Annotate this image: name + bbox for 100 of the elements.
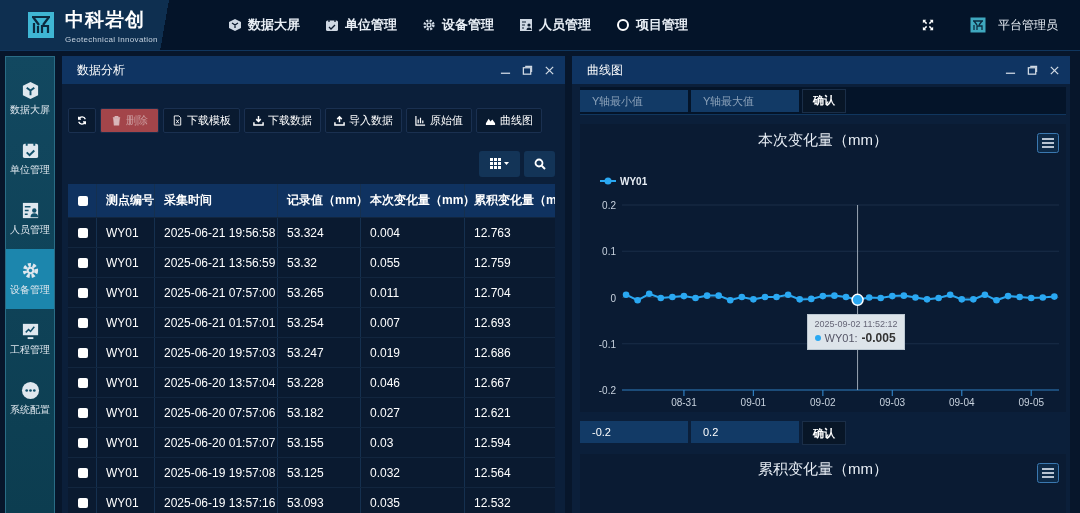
data-point[interactable] — [738, 293, 746, 301]
row-checkbox[interactable] — [78, 317, 88, 328]
columns-button[interactable] — [479, 151, 520, 177]
sidebar-item[interactable]: 系统配置 — [6, 369, 54, 429]
data-point[interactable] — [877, 294, 885, 302]
data-point[interactable] — [1051, 293, 1058, 300]
toolbar-button[interactable]: 下载数据 — [244, 108, 321, 133]
data-point[interactable] — [1004, 292, 1012, 300]
y-tick-label: 0 — [610, 292, 616, 304]
data-point[interactable] — [784, 291, 792, 298]
nav-link[interactable]: 项目管理 — [616, 16, 688, 34]
y-max-field[interactable]: Y轴最大值 — [691, 89, 799, 112]
table-cell: 2025-06-19 13:57:16 — [164, 495, 276, 510]
avatar-icon[interactable] — [970, 17, 986, 33]
row-checkbox[interactable] — [78, 227, 88, 238]
data-point[interactable] — [993, 297, 1000, 304]
row-checkbox[interactable] — [78, 437, 88, 448]
sidebar-item[interactable]: 工程管理 — [6, 309, 54, 369]
data-point[interactable] — [831, 292, 838, 299]
data-point[interactable] — [981, 291, 989, 298]
toolbar-button[interactable]: 原始值 — [406, 108, 472, 133]
table-cell: 2025-06-20 19:57:03 — [164, 345, 276, 360]
data-point[interactable] — [622, 291, 630, 298]
select-all-checkbox[interactable] — [78, 195, 88, 206]
data-point[interactable] — [761, 293, 769, 301]
circle-icon — [616, 18, 630, 32]
refresh-button[interactable] — [68, 108, 96, 133]
data-point[interactable] — [946, 291, 954, 298]
table-cell: 12.667 — [474, 375, 511, 390]
legend-item[interactable]: WY01 — [599, 176, 648, 187]
nav-link[interactable]: 数据大屏 — [228, 16, 300, 34]
row-checkbox[interactable] — [78, 407, 88, 418]
table-cell: 12.693 — [474, 315, 511, 330]
data-point[interactable] — [970, 296, 977, 303]
data-point[interactable] — [842, 293, 850, 301]
sidebar-item[interactable]: 数据大屏 — [6, 69, 54, 129]
data-point[interactable] — [912, 294, 919, 301]
y-min-field[interactable]: Y轴最小值 — [580, 89, 688, 112]
toolbar-button[interactable]: 下载模板 — [163, 108, 240, 133]
user-name[interactable]: 平台管理员 — [998, 16, 1058, 34]
data-point[interactable] — [750, 296, 757, 303]
row-checkbox[interactable] — [78, 287, 88, 298]
data-point[interactable] — [773, 293, 780, 301]
close-icon[interactable] — [544, 64, 555, 76]
y-max-field[interactable]: 0.2 — [691, 421, 799, 443]
data-point[interactable] — [645, 290, 653, 298]
data-point[interactable] — [680, 292, 688, 300]
tooltip-value: -0.005 — [861, 330, 896, 345]
search-button[interactable] — [524, 151, 555, 177]
data-point[interactable] — [1039, 294, 1047, 301]
data-point[interactable] — [1016, 293, 1023, 301]
sidebar-item[interactable]: 人员管理 — [6, 189, 54, 249]
fullscreen-icon[interactable] — [922, 19, 934, 31]
row-checkbox[interactable] — [78, 257, 88, 268]
data-point[interactable] — [807, 295, 815, 303]
confirm-button[interactable]: 确认 — [802, 88, 846, 113]
y-tick-label: 0.1 — [602, 246, 616, 258]
data-point[interactable] — [715, 292, 722, 299]
row-checkbox[interactable] — [78, 497, 88, 508]
confirm-button[interactable]: 确认 — [802, 421, 846, 445]
menu-icon[interactable] — [1037, 133, 1059, 153]
nav-link[interactable]: 设备管理 — [422, 16, 494, 34]
data-point[interactable] — [935, 294, 942, 302]
data-point[interactable] — [958, 296, 966, 303]
row-checkbox[interactable] — [78, 347, 88, 358]
close-icon[interactable] — [1049, 64, 1060, 76]
nav-link[interactable]: 单位管理 — [325, 16, 397, 34]
data-point[interactable] — [819, 292, 827, 300]
toolbar-button[interactable]: 曲线图 — [476, 108, 542, 133]
data-point[interactable] — [692, 294, 699, 302]
gear-icon — [422, 18, 436, 32]
column-header: 记录值（mm） — [287, 192, 369, 209]
restore-icon[interactable] — [1027, 64, 1038, 76]
menu-icon[interactable] — [1037, 463, 1059, 483]
table-cell: 12.594 — [474, 435, 511, 450]
monitor-chart-icon — [20, 321, 40, 340]
table-cell: 0.055 — [370, 255, 401, 270]
row-checkbox[interactable] — [78, 377, 88, 388]
table-cell: 0.027 — [370, 405, 401, 420]
data-point[interactable] — [634, 297, 641, 304]
data-point[interactable] — [923, 296, 931, 303]
data-point[interactable] — [703, 292, 711, 299]
data-point[interactable] — [657, 294, 665, 302]
data-point[interactable] — [851, 293, 864, 307]
calendar-icon — [325, 18, 339, 32]
sidebar-item[interactable]: 单位管理 — [6, 129, 54, 189]
table-cell: WY01 — [106, 225, 139, 240]
data-point[interactable] — [1027, 294, 1035, 302]
data-point[interactable] — [669, 293, 676, 301]
data-point[interactable] — [889, 292, 896, 300]
data-point[interactable] — [900, 292, 908, 299]
data-point[interactable] — [796, 296, 803, 303]
nav-link[interactable]: 人员管理 — [519, 16, 591, 34]
sidebar-item[interactable]: 设备管理 — [6, 249, 54, 309]
data-point[interactable] — [726, 297, 734, 304]
data-point[interactable] — [865, 294, 873, 301]
y-min-field[interactable]: -0.2 — [580, 421, 688, 443]
row-checkbox[interactable] — [78, 467, 88, 478]
restore-icon[interactable] — [522, 64, 533, 76]
toolbar-button[interactable]: 导入数据 — [325, 108, 402, 133]
